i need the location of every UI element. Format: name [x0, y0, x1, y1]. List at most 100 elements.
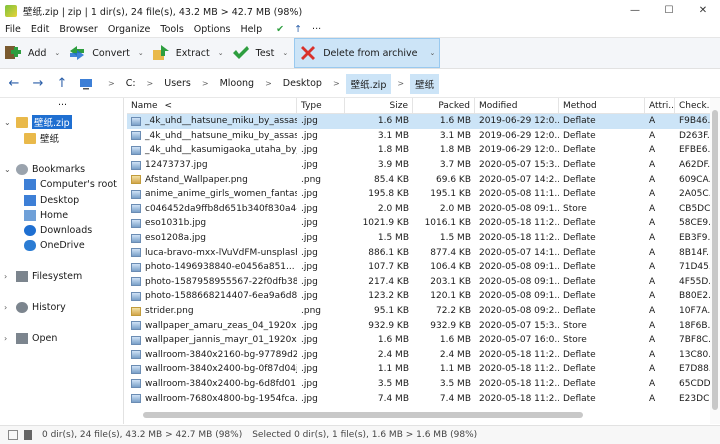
chevron-right-icon[interactable]: ›: [4, 334, 10, 343]
table-row[interactable]: _4k_uhd__hatsune_miku_by_assassi... .jpg 3…: [127, 129, 720, 144]
tree-item-archive[interactable]: ⌄ 壁纸.zip: [4, 115, 72, 129]
back-button[interactable]: ←: [2, 73, 26, 95]
more-menu-icon[interactable]: ···: [307, 24, 326, 35]
table-row[interactable]: wallroom-3840x2160-bg-97789d2... .jpg 2.4 …: [127, 348, 720, 363]
computer-icon[interactable]: [74, 73, 98, 95]
minimize-button[interactable]: —: [618, 0, 652, 21]
history-section[interactable]: › History: [4, 300, 66, 314]
column-size[interactable]: Size: [345, 98, 413, 114]
breadcrumb-desktop[interactable]: Desktop: [278, 74, 327, 94]
menu-options[interactable]: Options: [189, 24, 236, 35]
vertical-scrollbar[interactable]: [710, 98, 720, 424]
breadcrumb-users[interactable]: Users: [159, 74, 196, 94]
convert-dropdown-icon[interactable]: ⌄: [138, 49, 144, 57]
jpg-file-icon: [131, 350, 141, 360]
maximize-button[interactable]: ☐: [652, 0, 686, 21]
add-dropdown-icon[interactable]: ⌄: [54, 49, 60, 57]
up-button[interactable]: ↑: [50, 73, 74, 95]
horizontal-scrollbar-thumb[interactable]: [143, 412, 583, 418]
delete-from-archive-button[interactable]: Delete from archive ⌄: [294, 38, 441, 68]
extract-button[interactable]: Extract ⌄: [148, 38, 228, 68]
file-modified: 2020-05-08 09:1...: [479, 276, 559, 287]
delete-dropdown-icon[interactable]: ⌄: [429, 49, 435, 57]
chevron-right-icon[interactable]: ›: [4, 272, 10, 281]
file-method: Store: [563, 335, 587, 346]
menu-help[interactable]: Help: [235, 24, 267, 35]
table-row[interactable]: wallpaper_jannis_mayr_01_1920x10... .jpg 1…: [127, 333, 720, 348]
column-method[interactable]: Method: [559, 98, 645, 114]
table-row[interactable]: wallroom-7680x4800-bg-1954fca.j... .jpg 7.…: [127, 391, 720, 406]
extract-dropdown-icon[interactable]: ⌄: [218, 49, 224, 57]
file-name-cell: wallpaper_amaru_zeas_04_1920x10...: [127, 321, 297, 331]
file-type: .jpg: [301, 130, 318, 141]
test-button[interactable]: Test ⌄: [228, 38, 293, 68]
chevron-down-icon[interactable]: ⌄: [4, 165, 11, 174]
bookmark-computers-root[interactable]: Computer's root: [24, 177, 117, 191]
tree-item-folder[interactable]: 壁纸: [24, 131, 59, 145]
add-button[interactable]: Add ⌄: [0, 38, 64, 68]
horizontal-scrollbar[interactable]: [135, 410, 710, 420]
up-arrow-icon[interactable]: ↑: [289, 24, 307, 35]
menu-tools[interactable]: Tools: [155, 24, 188, 35]
menu-browser[interactable]: Browser: [54, 24, 103, 35]
breadcrumb-separator: >: [146, 79, 154, 88]
file-packed-size: 195.1 KB: [430, 189, 471, 200]
table-row[interactable]: wallroom-3840x2400-bg-6d8fd01.j... .jpg 3.…: [127, 377, 720, 392]
breadcrumb-c-drive[interactable]: C:: [121, 74, 141, 94]
chevron-down-icon[interactable]: ⌄: [4, 118, 11, 127]
column-modified[interactable]: Modified: [475, 98, 559, 114]
table-row[interactable]: eso1208a.jpg .jpg 1.5 MB 1.5 MB 2020-05-18 1…: [127, 231, 720, 246]
table-row[interactable]: wallroom-3840x2400-bg-0f87d04j... .jpg 1.1…: [127, 362, 720, 377]
table-row[interactable]: anime_anime_girls_women_fantasy_... .jpg 1…: [127, 187, 720, 202]
forward-button[interactable]: →: [26, 73, 50, 95]
sidebar-more-icon[interactable]: ···: [58, 98, 67, 112]
column-type[interactable]: Type: [297, 98, 345, 114]
file-method: Deflate: [563, 349, 596, 360]
bookmark-home[interactable]: Home: [24, 208, 68, 222]
menu-edit[interactable]: Edit: [26, 24, 54, 35]
test-dropdown-icon[interactable]: ⌄: [282, 49, 288, 57]
table-row[interactable]: photo-1587958955567-22f0dfb385... .jpg 217…: [127, 275, 720, 290]
bookmark-downloads[interactable]: Downloads: [24, 223, 92, 237]
menu-file[interactable]: File: [0, 24, 26, 35]
table-row[interactable]: wallpaper_amaru_zeas_04_1920x10... .jpg 93…: [127, 318, 720, 333]
file-size: 1.8 MB: [377, 145, 409, 156]
bookmark-onedrive[interactable]: OneDrive: [24, 238, 85, 252]
file-packed-size: 72.2 KB: [436, 306, 471, 317]
column-attributes[interactable]: Attri...: [645, 98, 675, 114]
bookmarks-section[interactable]: ⌄ Bookmarks: [4, 162, 85, 176]
convert-button[interactable]: Convert ⌄: [64, 38, 147, 68]
table-row[interactable]: _4k_uhd__hatsune_miku_by_assassi... .jpg 1…: [127, 114, 720, 129]
breadcrumb-mloong[interactable]: Mloong: [215, 74, 260, 94]
file-name-cell: wallroom-3840x2400-bg-0f87d04j...: [127, 364, 297, 374]
breadcrumb-folder[interactable]: 壁纸: [410, 73, 440, 94]
column-name[interactable]: Name <: [127, 98, 297, 114]
table-row[interactable]: photo-1496938840-e0456a851... .jpg 107.7 K…: [127, 260, 720, 275]
vertical-scrollbar-thumb[interactable]: [712, 110, 718, 410]
table-row[interactable]: _4k_uhd__kasumigaoka_utaha_by_a... .jpg 1.…: [127, 143, 720, 158]
chevron-right-icon[interactable]: ›: [4, 303, 10, 312]
pin-icon[interactable]: ✔: [271, 24, 289, 35]
file-type: .jpg: [301, 189, 318, 200]
breadcrumb-archive[interactable]: 壁纸.zip: [345, 73, 392, 94]
table-row[interactable]: Afstand_Wallpaper.png .png 85.4 KB 69.6 KB 2…: [127, 172, 720, 187]
file-packed-size: 1.5 MB: [439, 233, 471, 244]
table-row[interactable]: luca-bravo-mxx-lVuVdFM-unsplash... .jpg 88…: [127, 245, 720, 260]
menu-organize[interactable]: Organize: [103, 24, 156, 35]
filesystem-section[interactable]: › Filesystem: [4, 269, 82, 283]
jpg-file-icon: [131, 335, 141, 345]
file-name: anime_anime_girls_women_fantasy_...: [145, 189, 297, 200]
table-row[interactable]: c046452da9ffb8d651b340f830a4-1... .jpg 2.0…: [127, 202, 720, 217]
open-section[interactable]: › Open: [4, 331, 57, 345]
table-row[interactable]: photo-1588668214407-6ea9a6d8c... .jpg 123.…: [127, 289, 720, 304]
file-name-cell: wallroom-3840x2160-bg-97789d2...: [127, 350, 297, 360]
table-row[interactable]: 12473737.jpg .jpg 3.9 MB 3.7 MB 2020-05-07 1…: [127, 158, 720, 173]
close-button[interactable]: ✕: [686, 0, 720, 21]
file-modified: 2020-05-08 09:1...: [479, 203, 559, 214]
table-row[interactable]: strider.png .png 95.1 KB 72.2 KB 2020-05-08 …: [127, 304, 720, 319]
tree-item-archive-label: 壁纸.zip: [32, 115, 72, 129]
bookmark-desktop[interactable]: Desktop: [24, 193, 79, 207]
file-modified: 2019-06-29 12:0...: [479, 130, 559, 141]
column-packed[interactable]: Packed: [413, 98, 475, 114]
table-row[interactable]: eso1031b.jpg .jpg 1021.9 KB 1016.1 KB 2020-0…: [127, 216, 720, 231]
